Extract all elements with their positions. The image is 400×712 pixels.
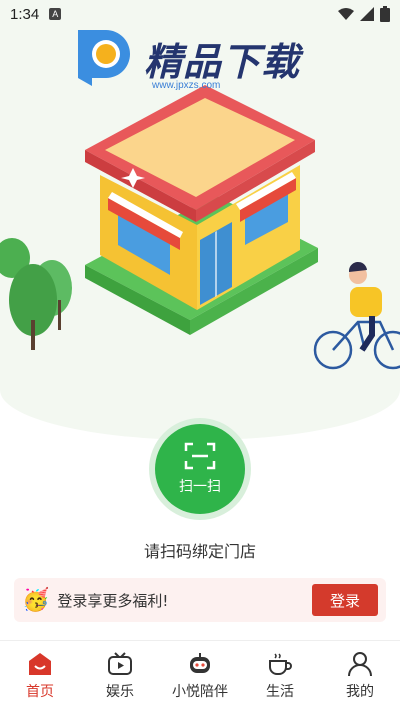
- scan-button[interactable]: 扫一扫: [155, 424, 245, 514]
- cyclist-illustration: [313, 261, 400, 370]
- tab-label: 生活: [266, 684, 294, 700]
- watermark-url: www.jpxzs.com: [152, 80, 221, 91]
- scan-frame-icon: [184, 442, 216, 470]
- home-icon: [29, 653, 51, 675]
- tab-home[interactable]: 首页: [0, 641, 80, 712]
- tab-entertainment[interactable]: 娱乐: [80, 641, 160, 712]
- login-promo-banner: 🥳 登录享更多福利! 登录: [14, 578, 386, 622]
- tab-label: 首页: [26, 684, 54, 700]
- tab-label: 我的: [346, 684, 374, 700]
- wifi-icon: [338, 8, 354, 20]
- status-time: 1:34: [10, 5, 40, 23]
- scan-label: 扫一扫: [179, 479, 221, 495]
- coffee-cup-icon: [269, 653, 292, 675]
- robot-icon: [190, 653, 210, 673]
- tab-companion[interactable]: 小悦陪伴: [160, 641, 240, 712]
- tab-mine[interactable]: 我的: [320, 641, 400, 712]
- user-icon: [348, 652, 372, 677]
- tab-label: 小悦陪伴: [172, 684, 228, 700]
- party-face-icon: 🥳: [22, 587, 50, 613]
- notification-icon: A: [49, 8, 62, 20]
- watermark-title: 精品下载: [144, 39, 301, 84]
- signal-icon: [360, 7, 374, 21]
- status-bar: 1:34 A: [0, 0, 400, 28]
- bind-store-prompt: 请扫码绑定门店: [143, 542, 256, 561]
- tab-label: 娱乐: [106, 684, 134, 700]
- trees-illustration: [0, 238, 72, 350]
- bottom-tab-bar: 首页 娱乐 小悦陪伴 生活 我的: [0, 640, 400, 712]
- watermark-p-icon: [78, 30, 130, 86]
- battery-icon: [380, 6, 390, 22]
- login-button[interactable]: 登录: [312, 584, 378, 616]
- tv-play-icon: [108, 652, 132, 675]
- watermark-logo: 精品下载 www.jpxzs.com: [70, 26, 301, 91]
- tab-life[interactable]: 生活: [240, 641, 320, 712]
- promo-text: 登录享更多福利!: [57, 591, 169, 610]
